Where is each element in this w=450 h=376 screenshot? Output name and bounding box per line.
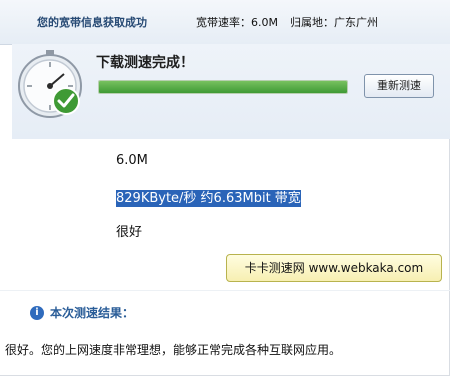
location-label: 归属地：: [289, 16, 334, 29]
result-bandwidth: 6.0M: [116, 153, 148, 168]
location-value: 广东广州: [333, 16, 378, 29]
brand-badge: 卡卡测速网 www.webkaka.com: [226, 254, 442, 282]
top-info-bar: 您的宽带信息获取成功 宽带速率：6.0M 归属地：广东广州: [0, 0, 450, 45]
bandwidth-value: 6.0M: [251, 16, 278, 29]
download-progress-bar: [98, 80, 348, 94]
download-progress-fill: [99, 81, 347, 93]
stopwatch-check-icon: [18, 50, 82, 118]
summary-heading: 本次测速结果：: [50, 306, 135, 320]
info-icon: i: [30, 306, 44, 320]
divider: [0, 290, 450, 291]
line-info: 宽带速率：6.0M 归属地：广东广州: [196, 14, 378, 30]
test-complete-title: 下载测速完成！: [96, 55, 194, 71]
bandwidth-label: 宽带速率：: [196, 16, 251, 29]
result-speed-line: 829KByte/秒 约6.63Mbit 带宽: [116, 190, 301, 207]
retest-button[interactable]: 重新测速: [364, 74, 434, 98]
status-title: 您的宽带信息获取成功: [37, 16, 147, 29]
summary-text: 很好。您的上网速度非常理想，能够正常完成各种互联网应用。: [5, 343, 342, 357]
result-rating: 很好: [116, 225, 143, 240]
